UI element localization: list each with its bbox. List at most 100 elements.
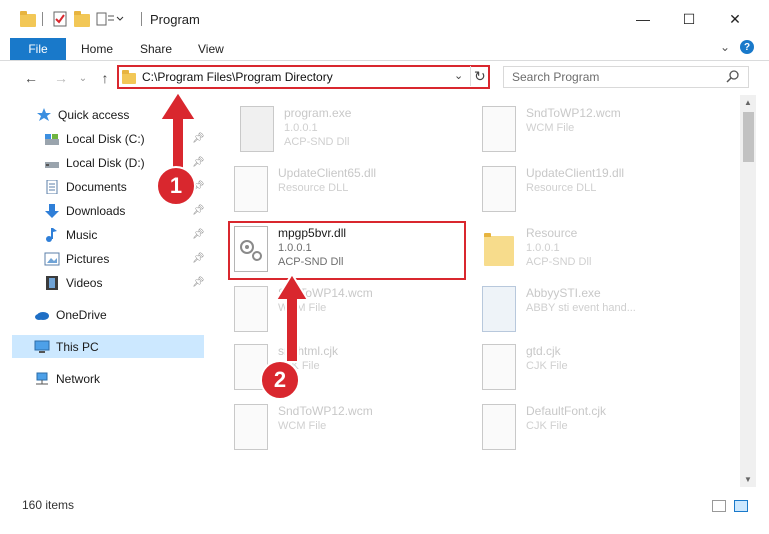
forward-button[interactable]: →: [50, 67, 72, 89]
cloud-icon: [34, 308, 50, 322]
scroll-down-icon[interactable]: ▼: [744, 475, 752, 484]
sidebar-item-videos[interactable]: Videos: [44, 272, 102, 294]
scroll-up-icon[interactable]: ▲: [744, 98, 752, 107]
tab-home[interactable]: Home: [81, 42, 113, 56]
annotation-arrow-1: [158, 90, 198, 191]
large-icons-view-icon[interactable]: [734, 500, 748, 512]
sidebar-item-music[interactable]: Music: [44, 224, 97, 246]
file-item[interactable]: UpdateClient65.dll Resource DLL: [230, 164, 460, 220]
divider: [141, 12, 142, 26]
computer-icon: [34, 340, 50, 354]
maximize-button[interactable]: ☐: [666, 0, 712, 38]
recent-locations-icon[interactable]: ⌄: [72, 67, 94, 89]
file-item[interactable]: AbbyySTI.exe ABBY sti event hand...: [478, 284, 708, 340]
sidebar-item-label: Network: [56, 372, 101, 386]
file-item[interactable]: DefaultFont.cjk CJK File: [478, 402, 708, 458]
pin-icon[interactable]: 📌︎: [192, 277, 205, 288]
divider: [0, 60, 769, 61]
pin-icon[interactable]: 📌︎: [192, 253, 205, 264]
file-name: SndToWP12.wcm: [526, 106, 621, 120]
details-view-icon[interactable]: [712, 500, 726, 512]
sidebar-item-label: Local Disk (D:): [66, 156, 145, 170]
sidebar-item-label: Videos: [66, 276, 103, 290]
properties-icon[interactable]: [52, 11, 68, 27]
sidebar-item-documents[interactable]: Documents: [44, 176, 127, 198]
dll-gear-icon: [482, 166, 516, 212]
title-bar: Program — ☐ ✕: [0, 0, 769, 38]
status-item-count: 160 items: [22, 498, 75, 512]
sidebar-item-downloads[interactable]: Downloads: [44, 200, 125, 222]
file-icon: [482, 344, 516, 390]
file-detail: ACP-SND Dll: [284, 136, 350, 148]
new-folder-icon[interactable]: [74, 11, 90, 27]
dll-gear-icon: [234, 166, 268, 212]
file-detail: Resource DLL: [526, 182, 597, 194]
help-icon[interactable]: ?: [740, 40, 754, 54]
ribbon-expand-icon[interactable]: ⌄: [720, 40, 730, 54]
pictures-icon: [44, 252, 60, 266]
file-name: SndToWP12.wcm: [278, 404, 373, 418]
step-badge: 2: [260, 360, 300, 400]
sidebar-item-label: Documents: [66, 180, 127, 194]
file-name: UpdateClient19.dll: [526, 166, 625, 180]
film-strip-icon: [44, 276, 60, 290]
file-item[interactable]: UpdateClient19.dll Resource DLL: [478, 164, 708, 220]
file-name: UpdateClient65.dll: [278, 166, 377, 180]
sidebar-item-pictures[interactable]: Pictures: [44, 248, 109, 270]
music-note-icon: [44, 228, 60, 242]
sidebar-item-label: This PC: [56, 340, 99, 354]
file-detail: Resource DLL: [278, 182, 349, 194]
tab-file[interactable]: File: [10, 38, 66, 60]
file-name: gtd.cjk: [526, 344, 561, 358]
exe-icon: [482, 286, 516, 332]
divider: [470, 66, 471, 86]
scrollbar-thumb[interactable]: [743, 112, 754, 162]
file-item[interactable]: SndToWP12.wcm WCM File: [478, 104, 708, 160]
sidebar-item-label: OneDrive: [56, 308, 107, 322]
tab-view[interactable]: View: [198, 42, 224, 56]
file-detail: CJK File: [526, 420, 568, 432]
file-detail: WCM File: [278, 420, 327, 432]
exe-icon: [240, 106, 274, 152]
sidebar-item-label: Music: [66, 228, 98, 242]
close-button[interactable]: ✕: [712, 0, 758, 38]
file-item[interactable]: program.exe 1.0.0.1 ACP-SND Dll: [236, 104, 466, 160]
sidebar-item-local-disk-c[interactable]: Local Disk (C:): [44, 128, 145, 150]
file-item[interactable]: gtd.cjk CJK File: [478, 342, 708, 398]
star-icon: [36, 108, 52, 122]
sidebar-item-network[interactable]: Network: [34, 368, 100, 390]
ribbon: [0, 38, 769, 60]
network-icon: [34, 372, 50, 386]
sidebar-item-quick-access[interactable]: Quick access: [36, 104, 129, 126]
customize-toolbar-icon[interactable]: [96, 11, 124, 27]
file-icon: [234, 404, 268, 450]
download-arrow-icon: [44, 204, 60, 218]
file-detail: 1.0.0.1: [526, 242, 560, 254]
back-button[interactable]: ←: [20, 67, 42, 89]
file-icon: [482, 404, 516, 450]
search-icon[interactable]: [726, 69, 740, 83]
tab-share[interactable]: Share: [140, 42, 172, 56]
file-detail: WCM File: [526, 122, 575, 134]
file-name: Resource: [526, 226, 578, 240]
file-item[interactable]: Resource 1.0.0.1 ACP-SND Dll: [478, 224, 708, 280]
file-item[interactable]: SndToWP12.wcm WCM File: [230, 402, 460, 458]
window-title: Program: [150, 12, 200, 27]
sidebar-item-this-pc[interactable]: This PC: [34, 336, 99, 358]
file-detail: CJK File: [526, 360, 568, 372]
up-button[interactable]: ↑: [94, 67, 116, 89]
sidebar-item-label: Downloads: [66, 204, 126, 218]
sidebar-item-onedrive[interactable]: OneDrive: [34, 304, 107, 326]
file-name: AbbyySTI.exe: [526, 286, 601, 300]
chevron-down-icon[interactable]: ⌄: [454, 69, 463, 82]
file-detail: ABBY sti event hand...: [526, 302, 636, 314]
minimize-button[interactable]: —: [620, 0, 666, 38]
step-badge: 1: [156, 166, 196, 206]
sidebar-item-local-disk-d[interactable]: Local Disk (D:): [44, 152, 145, 174]
folder-icon: [482, 226, 516, 272]
refresh-icon[interactable]: ↻: [474, 68, 486, 85]
sidebar-item-label: Local Disk (C:): [66, 132, 145, 146]
file-name: DefaultFont.cjk: [526, 404, 607, 418]
sidebar-item-label: Pictures: [66, 252, 110, 266]
folder-icon: [122, 70, 138, 85]
